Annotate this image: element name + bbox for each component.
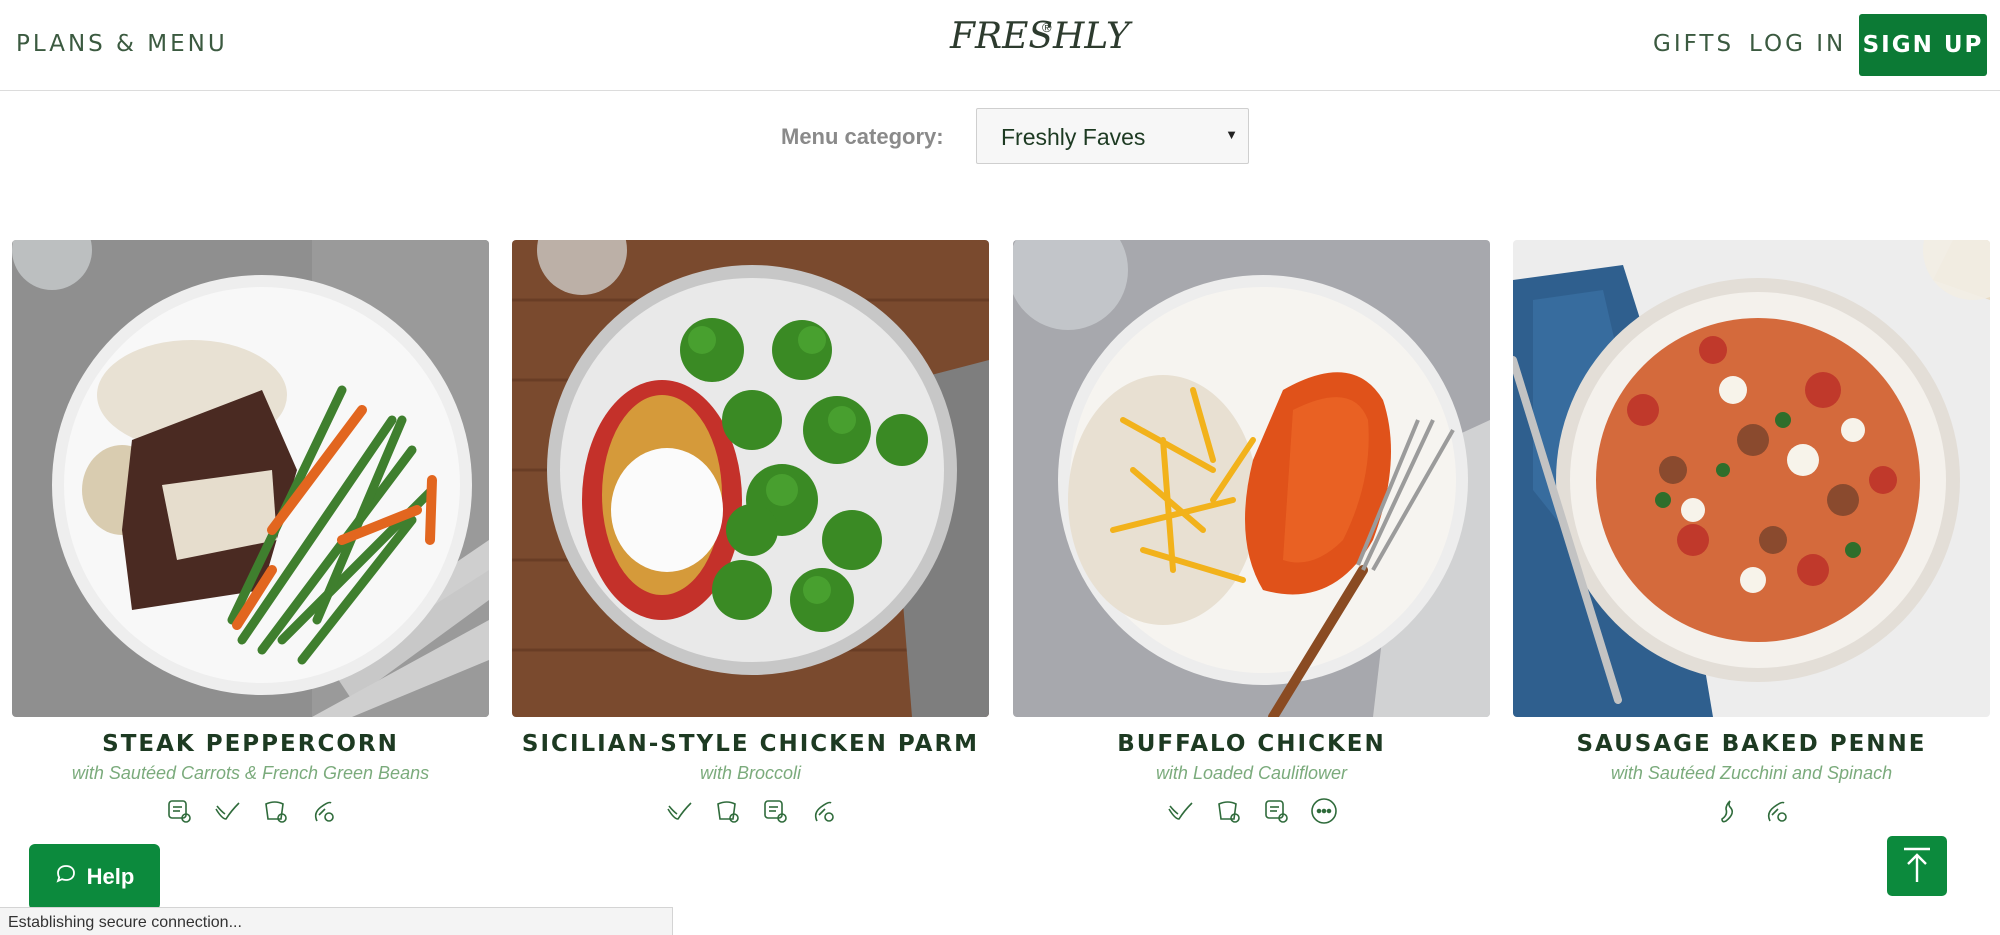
dietary-icons: [512, 796, 989, 826]
peanut-free-icon[interactable]: [1761, 796, 1791, 826]
site-header: PLANS & MENU FRESHLY ® GIFTS LOG IN SIGN…: [0, 0, 2000, 91]
browser-status-bar: Establishing secure connection...: [0, 907, 673, 935]
logo-text: FRESHLY: [950, 16, 1130, 57]
menu-category-label: Menu category:: [781, 124, 944, 149]
gluten-free-icon[interactable]: [1165, 796, 1195, 826]
nav-login[interactable]: LOG IN: [1749, 31, 1846, 57]
meal-subtitle: with Sautéed Carrots & French Green Bean…: [71, 763, 430, 783]
peanut-free-icon[interactable]: [308, 796, 338, 826]
meal-card[interactable]: STEAK PEPPERCORN with Sautéed Carrots & …: [12, 240, 489, 823]
calorie-smart-icon[interactable]: [1261, 796, 1291, 826]
menu-category-value: Freshly Faves: [1001, 124, 1146, 150]
help-button[interactable]: Help: [29, 844, 160, 910]
registered-mark: ®: [1042, 20, 1052, 35]
meal-title[interactable]: STEAK PEPPERCORN: [12, 731, 489, 757]
peanut-free-icon[interactable]: [808, 796, 838, 826]
meal-photo[interactable]: [1513, 240, 1990, 717]
arrow-up-icon: [1900, 845, 1934, 888]
meal-title[interactable]: SAUSAGE BAKED PENNE: [1513, 731, 1990, 757]
soy-free-icon[interactable]: [1213, 796, 1243, 826]
scroll-to-top-button[interactable]: [1887, 836, 1947, 896]
meal-card[interactable]: SICILIAN-STYLE CHICKEN PARM with Broccol…: [512, 240, 989, 823]
meal-card[interactable]: BUFFALO CHICKEN with Loaded Cauliflower: [1013, 240, 1490, 824]
chat-bubble-icon: [55, 863, 77, 891]
meal-photo[interactable]: [1013, 240, 1490, 717]
meal-photo[interactable]: [12, 240, 489, 717]
meal-title[interactable]: SICILIAN-STYLE CHICKEN PARM: [512, 731, 989, 757]
spicy-icon[interactable]: [1713, 796, 1743, 826]
calorie-smart-icon[interactable]: [164, 796, 194, 826]
calorie-smart-icon[interactable]: [760, 796, 790, 826]
more-icon[interactable]: [1309, 796, 1339, 826]
help-label: Help: [86, 864, 135, 889]
freshly-logo[interactable]: FRESHLY ®: [950, 14, 1130, 70]
meal-subtitle: with Sautéed Zucchini and Spinach: [1610, 763, 1893, 783]
soy-free-icon[interactable]: [712, 796, 742, 826]
menu-category-select[interactable]: Freshly Faves ▼: [976, 108, 1249, 164]
soy-free-icon[interactable]: [260, 796, 290, 826]
nav-gifts[interactable]: GIFTS: [1653, 31, 1734, 57]
meal-subtitle: with Loaded Cauliflower: [1155, 763, 1348, 783]
meal-photo[interactable]: [512, 240, 989, 717]
nav-plans-menu[interactable]: PLANS & MENU: [16, 31, 228, 57]
meal-card[interactable]: SAUSAGE BAKED PENNE with Sautéed Zucchin…: [1513, 240, 1990, 823]
dropdown-arrow-icon: ▼: [1225, 127, 1238, 142]
signup-button[interactable]: SIGN UP: [1859, 14, 1987, 76]
gluten-free-icon[interactable]: [664, 796, 694, 826]
meal-subtitle: with Broccoli: [699, 763, 802, 783]
meal-title[interactable]: BUFFALO CHICKEN: [1013, 731, 1490, 757]
gluten-free-icon[interactable]: [212, 796, 242, 826]
dietary-icons: [1513, 796, 1990, 826]
dietary-icons: [12, 796, 489, 826]
dietary-icons: [1013, 796, 1490, 826]
